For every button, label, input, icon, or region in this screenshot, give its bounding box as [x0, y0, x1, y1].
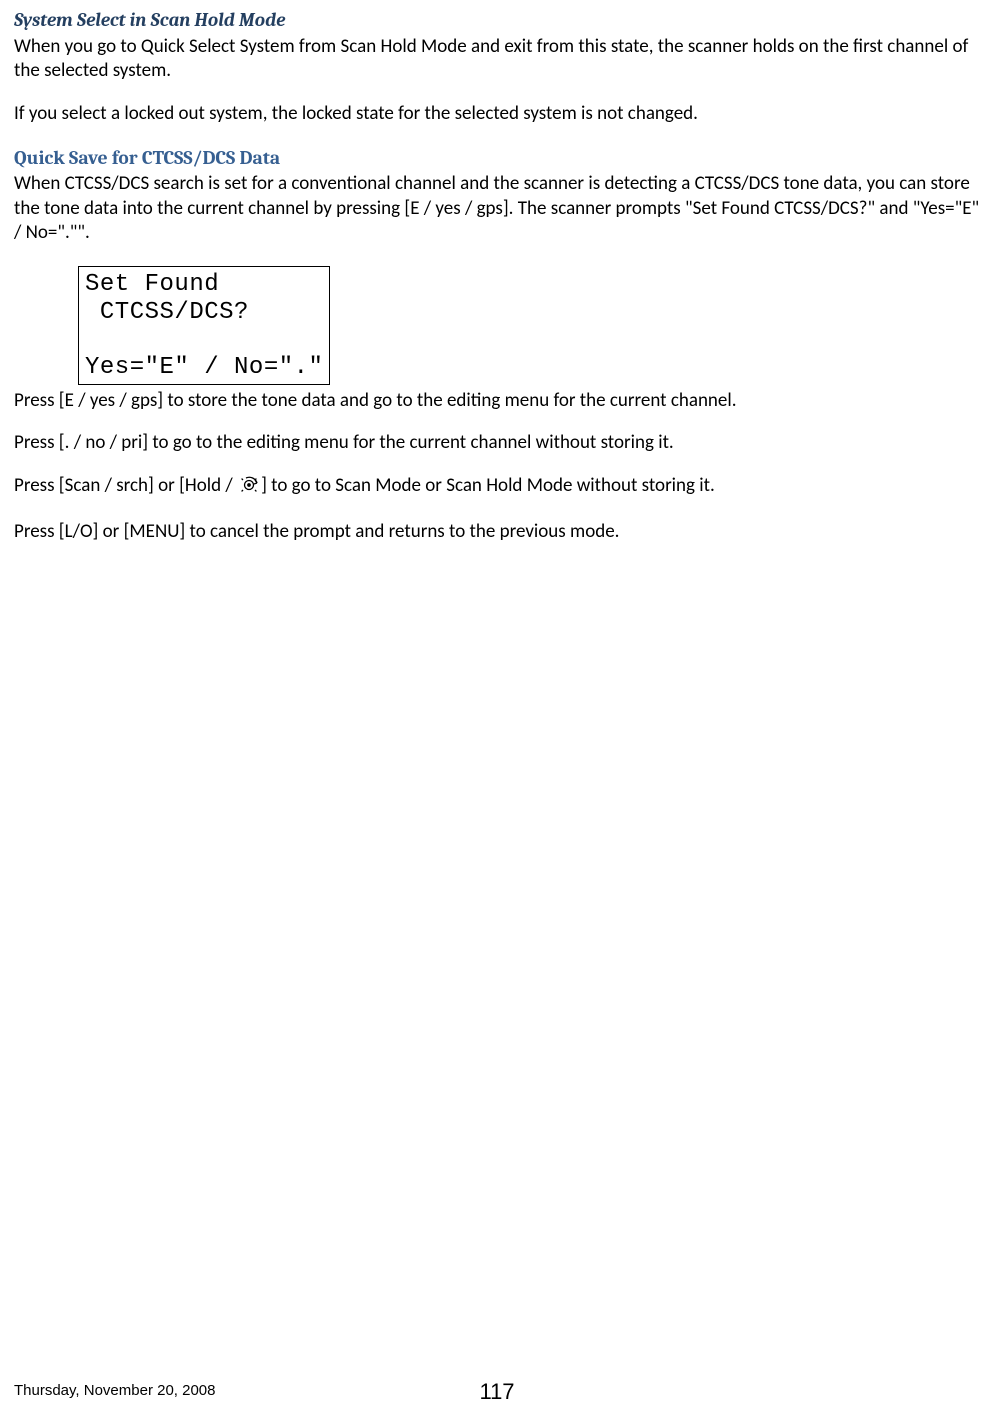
- lcd-line-1: Set Found: [85, 271, 323, 299]
- para-system-select-2: If you select a locked out system, the l…: [14, 102, 980, 127]
- lcd-line-4: Yes="E" / No=".": [85, 354, 323, 382]
- page-footer: Thursday, November 20, 2008 117: [14, 1378, 980, 1403]
- lcd-display: Set Found CTCSS/DCS? Yes="E" / No=".": [78, 266, 330, 384]
- para-quick-save-1: When CTCSS/DCS search is set for a conve…: [14, 172, 980, 246]
- lcd-line-2: CTCSS/DCS?: [85, 299, 323, 327]
- para-after-3: Press [Scan / srch] or [Hold / ] to go t…: [14, 474, 980, 502]
- footer-page-number: 117: [479, 1378, 514, 1407]
- para-after-4: Press [L/O] or [MENU] to cancel the prom…: [14, 520, 980, 545]
- para-system-select-1: When you go to Quick Select System from …: [14, 35, 980, 84]
- heading-quick-save: Quick Save for CTCSS/DCS Data: [14, 145, 980, 170]
- lcd-line-3: [85, 326, 323, 354]
- para-after-3a: Press [Scan / srch] or [Hold /: [14, 474, 237, 497]
- resume-icon: [237, 476, 261, 502]
- heading-system-select: System Select in Scan Hold Mode: [14, 8, 980, 33]
- para-after-2: Press [. / no / pri] to go to the editin…: [14, 431, 980, 456]
- footer-date: Thursday, November 20, 2008: [14, 1382, 216, 1399]
- para-after-1: Press [E / yes / gps] to store the tone …: [14, 389, 980, 414]
- para-after-3b: ] to go to Scan Mode or Scan Hold Mode w…: [261, 474, 715, 497]
